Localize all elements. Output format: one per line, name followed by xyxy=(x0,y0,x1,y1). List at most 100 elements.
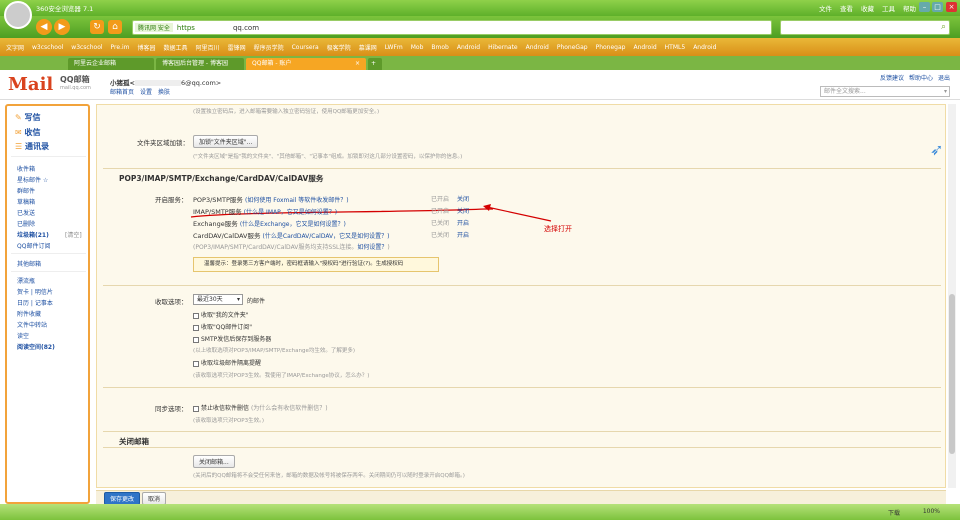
bird-icon[interactable]: ➶ xyxy=(930,140,954,159)
address-bar[interactable]: 腾讯网 安全 https qq.com xyxy=(132,20,772,35)
option-subscriptions[interactable]: 收取"QQ邮件订阅" xyxy=(193,322,252,331)
bookmark-item[interactable]: 雷锋网 xyxy=(226,43,248,52)
folder-deleted[interactable]: 已删除 xyxy=(17,219,35,228)
tool-attachments[interactable]: 附件收藏 xyxy=(17,309,41,318)
folder-spam[interactable]: 垃圾箱(21) xyxy=(17,230,49,239)
sync-option[interactable]: 禁止收信软件删信 (为什么会有收信软件删信？) xyxy=(193,403,328,412)
service-toggle-link[interactable]: 开启 xyxy=(457,218,469,227)
tool-file-transfer[interactable]: 文件中转站 xyxy=(17,320,47,329)
link-settings[interactable]: 设置 xyxy=(140,87,152,96)
menu-view[interactable]: 查看 xyxy=(840,3,853,13)
checkbox[interactable] xyxy=(193,405,199,412)
checkbox[interactable] xyxy=(193,336,199,343)
download-status[interactable]: 下载 xyxy=(888,508,900,517)
bookmark-item[interactable]: Hibernate xyxy=(486,44,520,51)
bookmark-item[interactable]: LWFm xyxy=(383,44,405,51)
bookmark-item[interactable]: Phonegap xyxy=(594,44,628,51)
service-hint[interactable]: (如何使用 Foxmail 等软件收发邮件？) xyxy=(245,197,349,204)
search-box[interactable]: ⌕ xyxy=(780,20,950,35)
folder-lock-button[interactable]: 加锁"文件夹区域"... xyxy=(193,135,259,148)
bookmark-item[interactable]: 慕课网 xyxy=(357,43,379,52)
option-spam-reminder[interactable]: 收取垃圾邮件隔离提醒 xyxy=(193,358,261,367)
link-logout[interactable]: 退出 xyxy=(938,73,950,82)
bookmark-item[interactable]: Android xyxy=(631,44,658,51)
menu-tools[interactable]: 工具 xyxy=(882,3,895,13)
link-mail-home[interactable]: 邮箱首页 xyxy=(110,87,134,96)
bookmark-item[interactable]: 程序员学院 xyxy=(252,43,286,52)
sidebar-contacts[interactable]: ☰ 通讯录 xyxy=(15,141,49,152)
tool-drift-bottle[interactable]: 漂流瓶 xyxy=(17,276,35,285)
menu-favorites[interactable]: 收藏 xyxy=(861,3,874,13)
bookmark-item[interactable]: 文字网 xyxy=(4,43,26,52)
bookmark-item[interactable]: 博客园 xyxy=(136,43,158,52)
service-toggle-link[interactable]: 关闭 xyxy=(457,206,469,215)
search-icon[interactable]: ⌕ xyxy=(941,22,946,32)
checkbox[interactable] xyxy=(193,312,199,319)
bookmark-item[interactable]: 数据工具 xyxy=(162,43,190,52)
bookmark-item[interactable]: HTML5 xyxy=(663,44,688,51)
bookmark-item[interactable]: Bmob xyxy=(429,44,450,51)
sidebar-write[interactable]: ✎ 写信 xyxy=(15,112,41,123)
secure-badge[interactable]: 腾讯网 安全 xyxy=(135,23,173,32)
service-hint[interactable]: (什么是CardDAV/CalDAV，它又是如何设置？) xyxy=(263,233,390,240)
tab-cnblogs[interactable]: 博客园后台管理 - 博客园 xyxy=(156,58,244,70)
forward-icon[interactable]: ▶ xyxy=(54,19,70,35)
folder-subscriptions[interactable]: QQ邮件订阅 xyxy=(17,241,50,250)
minimize-icon[interactable]: – xyxy=(919,2,930,12)
menu-file[interactable]: 文件 xyxy=(819,3,832,13)
menu-help[interactable]: 帮助 xyxy=(903,3,916,13)
tool-reading-space[interactable]: 阅读空间(82) xyxy=(17,342,55,351)
sync-hint[interactable]: (为什么会有收信软件删信？) xyxy=(251,405,328,412)
tab-close-icon[interactable]: × xyxy=(355,58,360,70)
tool-calendar[interactable]: 日历 | 记事本 xyxy=(17,298,53,307)
folder-starred[interactable]: 星标邮件 ☆ xyxy=(17,175,48,184)
qqmail-logo[interactable]: Mail xyxy=(8,74,53,95)
bookmark-item[interactable]: Coursera xyxy=(290,44,321,51)
bookmark-item[interactable]: Android xyxy=(524,44,551,51)
folder-drafts[interactable]: 草稿箱 xyxy=(17,197,35,206)
folder-group[interactable]: 群邮件 xyxy=(17,186,35,195)
link-skin[interactable]: 换肤 xyxy=(158,87,170,96)
ssl-howto-link[interactable]: 如何设置？ xyxy=(357,244,387,251)
option-my-folders[interactable]: 收取"我的文件夹" xyxy=(193,310,249,319)
sidebar-other-mailboxes[interactable]: 其他邮箱 xyxy=(17,259,41,268)
bookmark-item[interactable]: Mob xyxy=(409,44,426,51)
mail-search-input[interactable]: 邮件全文搜索... ▾ xyxy=(820,86,950,97)
tab-qqmail[interactable]: QQ邮箱 - 账户 × xyxy=(246,58,366,70)
folder-sent[interactable]: 已发送 xyxy=(17,208,35,217)
sidebar-inbox-action[interactable]: ✉ 收信 xyxy=(15,127,41,138)
link-help[interactable]: 帮助中心 xyxy=(909,73,933,82)
service-toggle-link[interactable]: 开启 xyxy=(457,230,469,239)
checkbox[interactable] xyxy=(193,324,199,331)
bookmark-item[interactable]: w3cschool xyxy=(30,44,65,51)
close-mailbox-button[interactable]: 关闭邮箱... xyxy=(193,455,235,468)
refresh-icon[interactable]: ↻ xyxy=(90,20,104,34)
bookmark-item[interactable]: Android xyxy=(691,44,718,51)
checkbox[interactable] xyxy=(193,360,199,367)
bookmark-item[interactable]: PhoneGap xyxy=(555,44,590,51)
bookmark-item[interactable]: Android xyxy=(455,44,482,51)
back-icon[interactable]: ◀ xyxy=(36,19,52,35)
maximize-icon[interactable]: □ xyxy=(932,2,943,12)
tool-cards[interactable]: 贺卡 | 明信片 xyxy=(17,287,53,296)
receive-range-select[interactable]: 最近30天 ▾ xyxy=(193,294,243,305)
service-hint[interactable]: (什么是 IMAP，它又是如何设置？) xyxy=(244,209,337,216)
tool-reading[interactable]: 读空 xyxy=(17,331,29,340)
bookmark-item[interactable]: 阿里百川 xyxy=(194,43,222,52)
close-icon[interactable]: × xyxy=(946,2,957,12)
link-feedback[interactable]: 反馈建议 xyxy=(880,73,904,82)
scroll-thumb[interactable] xyxy=(949,294,955,454)
tab-aliyun[interactable]: 阿里云企业邮箱 xyxy=(68,58,154,70)
browser-avatar[interactable] xyxy=(4,1,32,29)
option-smtp-save[interactable]: SMTP发信后保存到服务器 xyxy=(193,334,271,343)
folder-inbox[interactable]: 收件箱 xyxy=(17,164,35,173)
bookmark-item[interactable]: w3cschool xyxy=(69,44,104,51)
service-hint[interactable]: (什么是Exchange，它又是如何设置？) xyxy=(240,221,346,228)
content-scrollbar[interactable] xyxy=(948,104,956,488)
home-icon[interactable]: ⌂ xyxy=(108,20,122,34)
spam-clear-link[interactable]: [清空] xyxy=(65,230,82,239)
zoom-level[interactable]: 100% xyxy=(923,508,940,515)
search-dropdown-icon[interactable]: ▾ xyxy=(944,87,947,96)
bookmark-item[interactable]: Pre.im xyxy=(109,44,132,51)
bookmark-item[interactable]: 极客学院 xyxy=(325,43,353,52)
